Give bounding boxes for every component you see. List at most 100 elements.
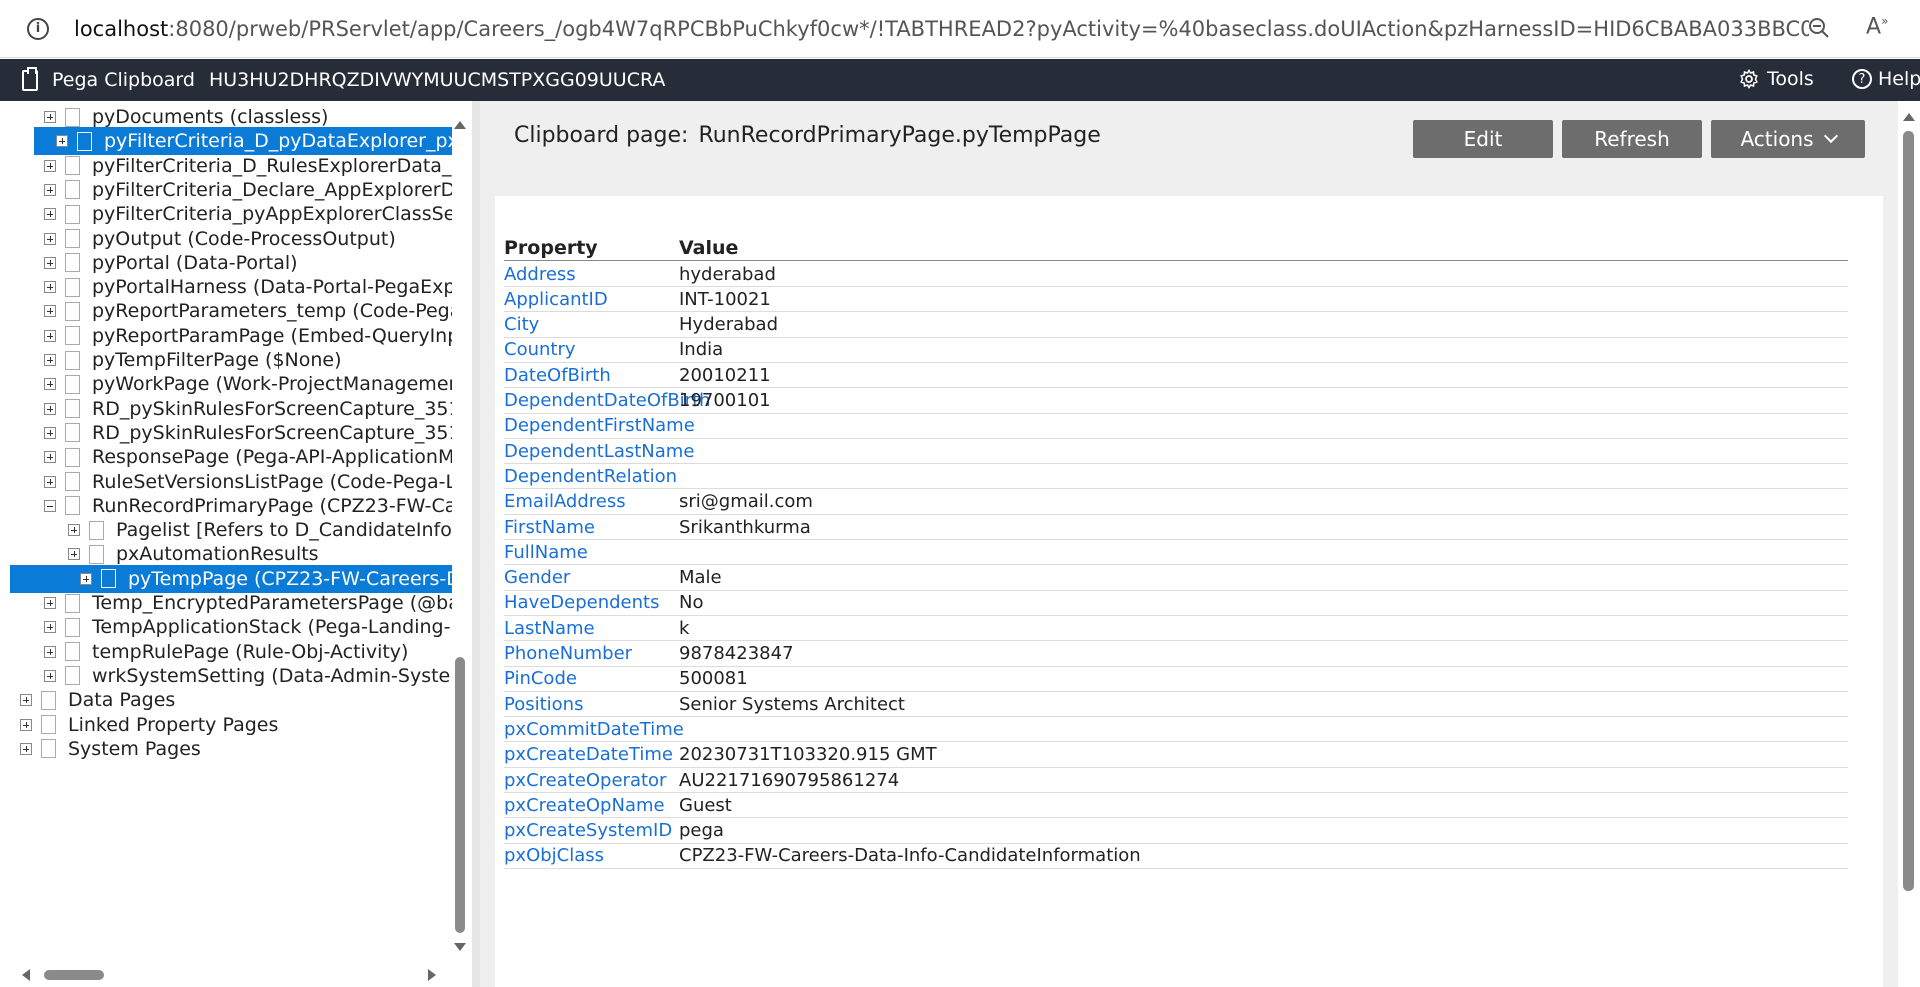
expand-icon[interactable] bbox=[44, 208, 56, 221]
expand-icon[interactable] bbox=[44, 329, 56, 342]
expand-icon[interactable] bbox=[44, 111, 56, 123]
table-row: DateOfBirth 20010211 bbox=[504, 363, 1848, 389]
scroll-up-arrow-icon[interactable] bbox=[1903, 113, 1915, 121]
property-value: pega bbox=[679, 820, 724, 842]
expand-icon[interactable] bbox=[44, 159, 56, 172]
expand-icon[interactable] bbox=[44, 305, 56, 318]
scroll-thumb[interactable] bbox=[1903, 131, 1914, 891]
property-link[interactable]: Country bbox=[504, 339, 576, 360]
refresh-button[interactable]: Refresh bbox=[1562, 120, 1702, 158]
expand-icon[interactable] bbox=[56, 135, 68, 148]
table-row: FirstName Srikanthkurma bbox=[504, 515, 1848, 540]
expand-icon[interactable] bbox=[20, 718, 32, 731]
scroll-thumb[interactable] bbox=[455, 657, 465, 933]
tree-item-label: TempApplicationStack (Pega-Landing-Dec bbox=[92, 616, 452, 639]
panel-divider[interactable] bbox=[472, 101, 480, 987]
main-vertical-scrollbar[interactable] bbox=[1898, 101, 1920, 987]
url-path: :8080/prweb/PRServlet/app/Careers_/ogb4W… bbox=[168, 16, 1809, 41]
tree-item[interactable]: System Pages bbox=[8, 735, 452, 763]
property-link[interactable]: pxCreateOpName bbox=[504, 795, 665, 816]
property-link[interactable]: EmailAddress bbox=[504, 491, 626, 512]
property-link[interactable]: Gender bbox=[504, 567, 570, 588]
property-link[interactable]: pxCreateSystemID bbox=[504, 820, 672, 841]
property-link[interactable]: PhoneNumber bbox=[504, 643, 632, 664]
property-link[interactable]: pxObjClass bbox=[504, 845, 604, 866]
expand-icon[interactable] bbox=[44, 232, 56, 245]
expand-icon[interactable] bbox=[44, 426, 56, 439]
table-row: pxCreateDateTime 20230731T103320.915 GMT bbox=[504, 743, 1848, 768]
expand-icon[interactable] bbox=[68, 548, 80, 561]
expand-icon[interactable] bbox=[44, 669, 56, 682]
page-icon bbox=[65, 447, 80, 467]
scroll-left-arrow-icon[interactable] bbox=[22, 969, 30, 981]
scroll-down-arrow-icon[interactable] bbox=[454, 943, 466, 951]
url-text[interactable]: localhost:8080/prweb/PRServlet/app/Caree… bbox=[74, 17, 1809, 41]
tools-menu[interactable]: Tools bbox=[1739, 68, 1814, 90]
property-link[interactable]: pxCreateDateTime bbox=[504, 744, 673, 765]
page-icon bbox=[65, 350, 80, 370]
property-link[interactable]: DependentLastName bbox=[504, 441, 694, 462]
zoom-out-icon[interactable] bbox=[1808, 17, 1830, 39]
tree-item-label: Data Pages bbox=[68, 689, 176, 712]
property-link[interactable]: City bbox=[504, 314, 539, 335]
address-bar[interactable]: i localhost:8080/prweb/PRServlet/app/Car… bbox=[0, 0, 1920, 58]
property-link[interactable]: HaveDependents bbox=[504, 592, 659, 613]
read-aloud-icon[interactable]: A» bbox=[1866, 14, 1888, 39]
help-menu[interactable]: ? Help bbox=[1852, 68, 1920, 90]
tree-item-label: pyFilterCriteria_pyAppExplorerClassSelec… bbox=[92, 203, 452, 226]
property-value: India bbox=[679, 339, 724, 361]
scroll-thumb[interactable] bbox=[44, 970, 104, 980]
property-link[interactable]: Positions bbox=[504, 694, 583, 715]
property-link[interactable]: ApplicantID bbox=[504, 289, 608, 310]
property-value: 9878423847 bbox=[679, 643, 794, 664]
property-link[interactable]: Address bbox=[504, 264, 576, 285]
table-row: EmailAddress sri@gmail.com bbox=[504, 490, 1848, 515]
edit-button[interactable]: Edit bbox=[1413, 120, 1553, 158]
property-link[interactable]: pxCommitDateTime bbox=[504, 719, 684, 740]
expand-icon[interactable] bbox=[80, 572, 92, 585]
page-icon bbox=[65, 642, 80, 662]
clipboard-tree: pyDocuments (classless) pyFilterCriteria_… bbox=[0, 101, 473, 987]
expand-icon[interactable] bbox=[44, 597, 56, 609]
scroll-right-arrow-icon[interactable] bbox=[428, 969, 436, 981]
table-row: ApplicantID INT-10021 bbox=[504, 287, 1848, 313]
tree-horizontal-scrollbar[interactable] bbox=[0, 965, 452, 981]
actions-label: Actions bbox=[1740, 127, 1814, 151]
property-link[interactable]: LastName bbox=[504, 618, 595, 639]
table-row: HaveDependents No bbox=[504, 591, 1848, 616]
expand-icon[interactable] bbox=[20, 742, 32, 755]
property-link[interactable]: FirstName bbox=[504, 517, 595, 538]
property-value: Hyderabad bbox=[679, 314, 778, 336]
property-value: 500081 bbox=[679, 668, 748, 690]
property-link[interactable]: DependentRelation bbox=[504, 466, 677, 487]
property-link[interactable]: DateOfBirth bbox=[504, 365, 611, 386]
info-icon[interactable]: i bbox=[27, 17, 49, 40]
collapse-icon[interactable] bbox=[44, 499, 56, 512]
tree-item-label: RD_pySkinRulesForScreenCapture_351706 bbox=[92, 421, 452, 444]
tree-vertical-scrollbar[interactable] bbox=[452, 101, 468, 951]
expand-icon[interactable] bbox=[20, 694, 32, 707]
expand-icon[interactable] bbox=[44, 645, 56, 658]
chevron-down-icon bbox=[1823, 128, 1838, 144]
expand-icon[interactable] bbox=[44, 451, 56, 464]
expand-icon[interactable] bbox=[44, 281, 56, 294]
property-link[interactable]: DependentFirstName bbox=[504, 415, 695, 436]
expand-icon[interactable] bbox=[44, 378, 56, 391]
expand-icon[interactable] bbox=[68, 524, 80, 537]
property-link[interactable]: PinCode bbox=[504, 668, 577, 689]
expand-icon[interactable] bbox=[44, 475, 56, 488]
page-icon bbox=[65, 617, 80, 637]
expand-icon[interactable] bbox=[44, 354, 56, 366]
tree-item-label: pxAutomationResults bbox=[116, 543, 319, 566]
property-link[interactable]: FullName bbox=[504, 542, 588, 563]
actions-button[interactable]: Actions bbox=[1711, 120, 1865, 158]
expand-icon[interactable] bbox=[44, 621, 56, 634]
tree-item-label: pyPortal (Data-Portal) bbox=[92, 251, 298, 274]
scroll-up-arrow-icon[interactable] bbox=[454, 121, 466, 129]
property-value: CPZ23-FW-Careers-Data-Info-CandidateInfo… bbox=[679, 845, 1141, 867]
table-row: Positions Senior Systems Architect bbox=[504, 692, 1848, 718]
expand-icon[interactable] bbox=[44, 402, 56, 415]
expand-icon[interactable] bbox=[44, 183, 56, 196]
property-link[interactable]: pxCreateOperator bbox=[504, 770, 666, 791]
expand-icon[interactable] bbox=[44, 256, 56, 269]
